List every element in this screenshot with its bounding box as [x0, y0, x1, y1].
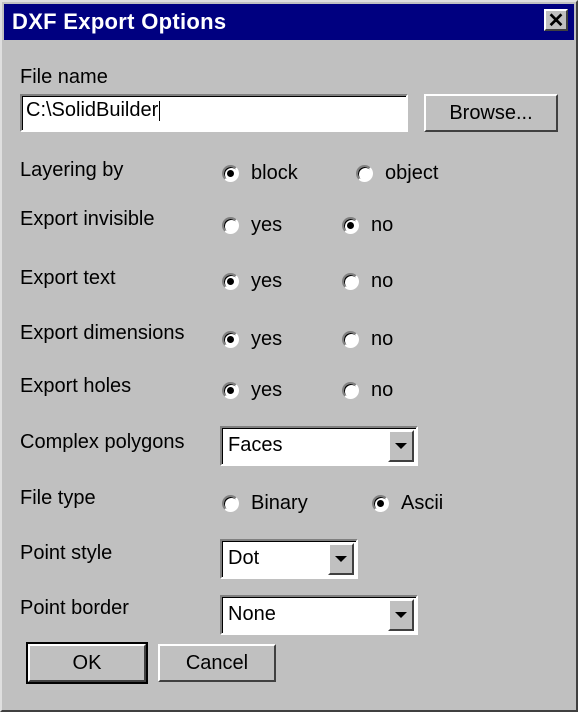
point-border-value: None: [228, 603, 276, 625]
export-dimensions-yes-option[interactable]: yes: [222, 328, 282, 351]
file-type-label: File type: [20, 487, 96, 509]
chevron-down-icon: [395, 443, 407, 449]
dxf-export-dialog: DXF Export Options ✕ File name C:\SolidB…: [0, 0, 578, 712]
complex-polygons-label: Complex polygons: [20, 431, 185, 453]
point-style-select[interactable]: Dot: [220, 539, 358, 579]
export-invisible-no-label: no: [371, 214, 394, 236]
text-caret: [159, 100, 161, 121]
dropdown-button[interactable]: [388, 599, 414, 631]
file-type-binary-label: Binary: [251, 492, 308, 514]
point-border-select[interactable]: None: [220, 595, 418, 635]
close-icon: ✕: [547, 10, 565, 32]
radio-selected-icon[interactable]: [222, 273, 239, 290]
radio-selected-icon[interactable]: [372, 495, 389, 512]
file-type-ascii-option[interactable]: Ascii: [372, 492, 443, 515]
export-dimensions-no-option[interactable]: no: [342, 328, 393, 351]
layering-block-label: block: [251, 162, 298, 184]
export-dimensions-no-label: no: [371, 328, 394, 350]
cancel-button[interactable]: Cancel: [158, 644, 276, 682]
radio-unselected-icon[interactable]: [342, 382, 359, 399]
export-holes-yes-label: yes: [251, 379, 283, 401]
export-text-no-label: no: [371, 270, 394, 292]
export-text-yes-option[interactable]: yes: [222, 270, 282, 293]
chevron-down-icon: [395, 612, 407, 618]
export-dimensions-yes-label: yes: [251, 328, 283, 350]
ok-button-label: OK: [72, 652, 102, 674]
complex-polygons-value: Faces: [228, 434, 283, 456]
radio-selected-icon[interactable]: [222, 331, 239, 348]
point-style-label: Point style: [20, 542, 113, 564]
title-bar[interactable]: DXF Export Options ✕: [4, 4, 574, 40]
export-holes-label: Export holes: [20, 375, 132, 397]
radio-selected-icon[interactable]: [342, 217, 359, 234]
chevron-down-icon: [335, 556, 347, 562]
export-text-no-option[interactable]: no: [342, 270, 393, 293]
dialog-title: DXF Export Options: [12, 9, 227, 34]
file-type-ascii-label: Ascii: [401, 492, 444, 514]
export-dimensions-label: Export dimensions: [20, 322, 185, 344]
browse-button[interactable]: Browse...: [424, 94, 558, 132]
export-text-yes-label: yes: [251, 270, 283, 292]
radio-unselected-icon[interactable]: [342, 273, 359, 290]
point-style-value: Dot: [228, 547, 260, 569]
radio-selected-icon[interactable]: [222, 165, 239, 182]
export-holes-yes-option[interactable]: yes: [222, 379, 282, 402]
radio-unselected-icon[interactable]: [356, 165, 373, 182]
radio-unselected-icon[interactable]: [222, 217, 239, 234]
export-invisible-no-option[interactable]: no: [342, 214, 393, 237]
point-border-label: Point border: [20, 597, 129, 619]
radio-unselected-icon[interactable]: [222, 495, 239, 512]
export-holes-no-label: no: [371, 379, 394, 401]
file-name-value: C:\SolidBuilder: [26, 99, 159, 121]
browse-button-label: Browse...: [449, 102, 533, 124]
layering-object-option[interactable]: object: [356, 162, 438, 185]
export-holes-no-option[interactable]: no: [342, 379, 393, 402]
ok-button[interactable]: OK: [26, 642, 148, 684]
export-invisible-yes-label: yes: [251, 214, 283, 236]
cancel-button-label: Cancel: [185, 652, 249, 674]
file-type-binary-option[interactable]: Binary: [222, 492, 308, 515]
dropdown-button[interactable]: [328, 543, 354, 575]
layering-label: Layering by: [20, 159, 124, 181]
export-text-label: Export text: [20, 267, 116, 289]
close-button[interactable]: ✕: [544, 9, 568, 31]
export-invisible-yes-option[interactable]: yes: [222, 214, 282, 237]
radio-unselected-icon[interactable]: [342, 331, 359, 348]
layering-block-option[interactable]: block: [222, 162, 298, 185]
radio-selected-icon[interactable]: [222, 382, 239, 399]
dropdown-button[interactable]: [388, 430, 414, 462]
file-name-label: File name: [20, 66, 108, 88]
file-name-input[interactable]: C:\SolidBuilder: [20, 94, 408, 132]
layering-object-label: object: [385, 162, 439, 184]
complex-polygons-select[interactable]: Faces: [220, 426, 418, 466]
export-invisible-label: Export invisible: [20, 208, 155, 230]
